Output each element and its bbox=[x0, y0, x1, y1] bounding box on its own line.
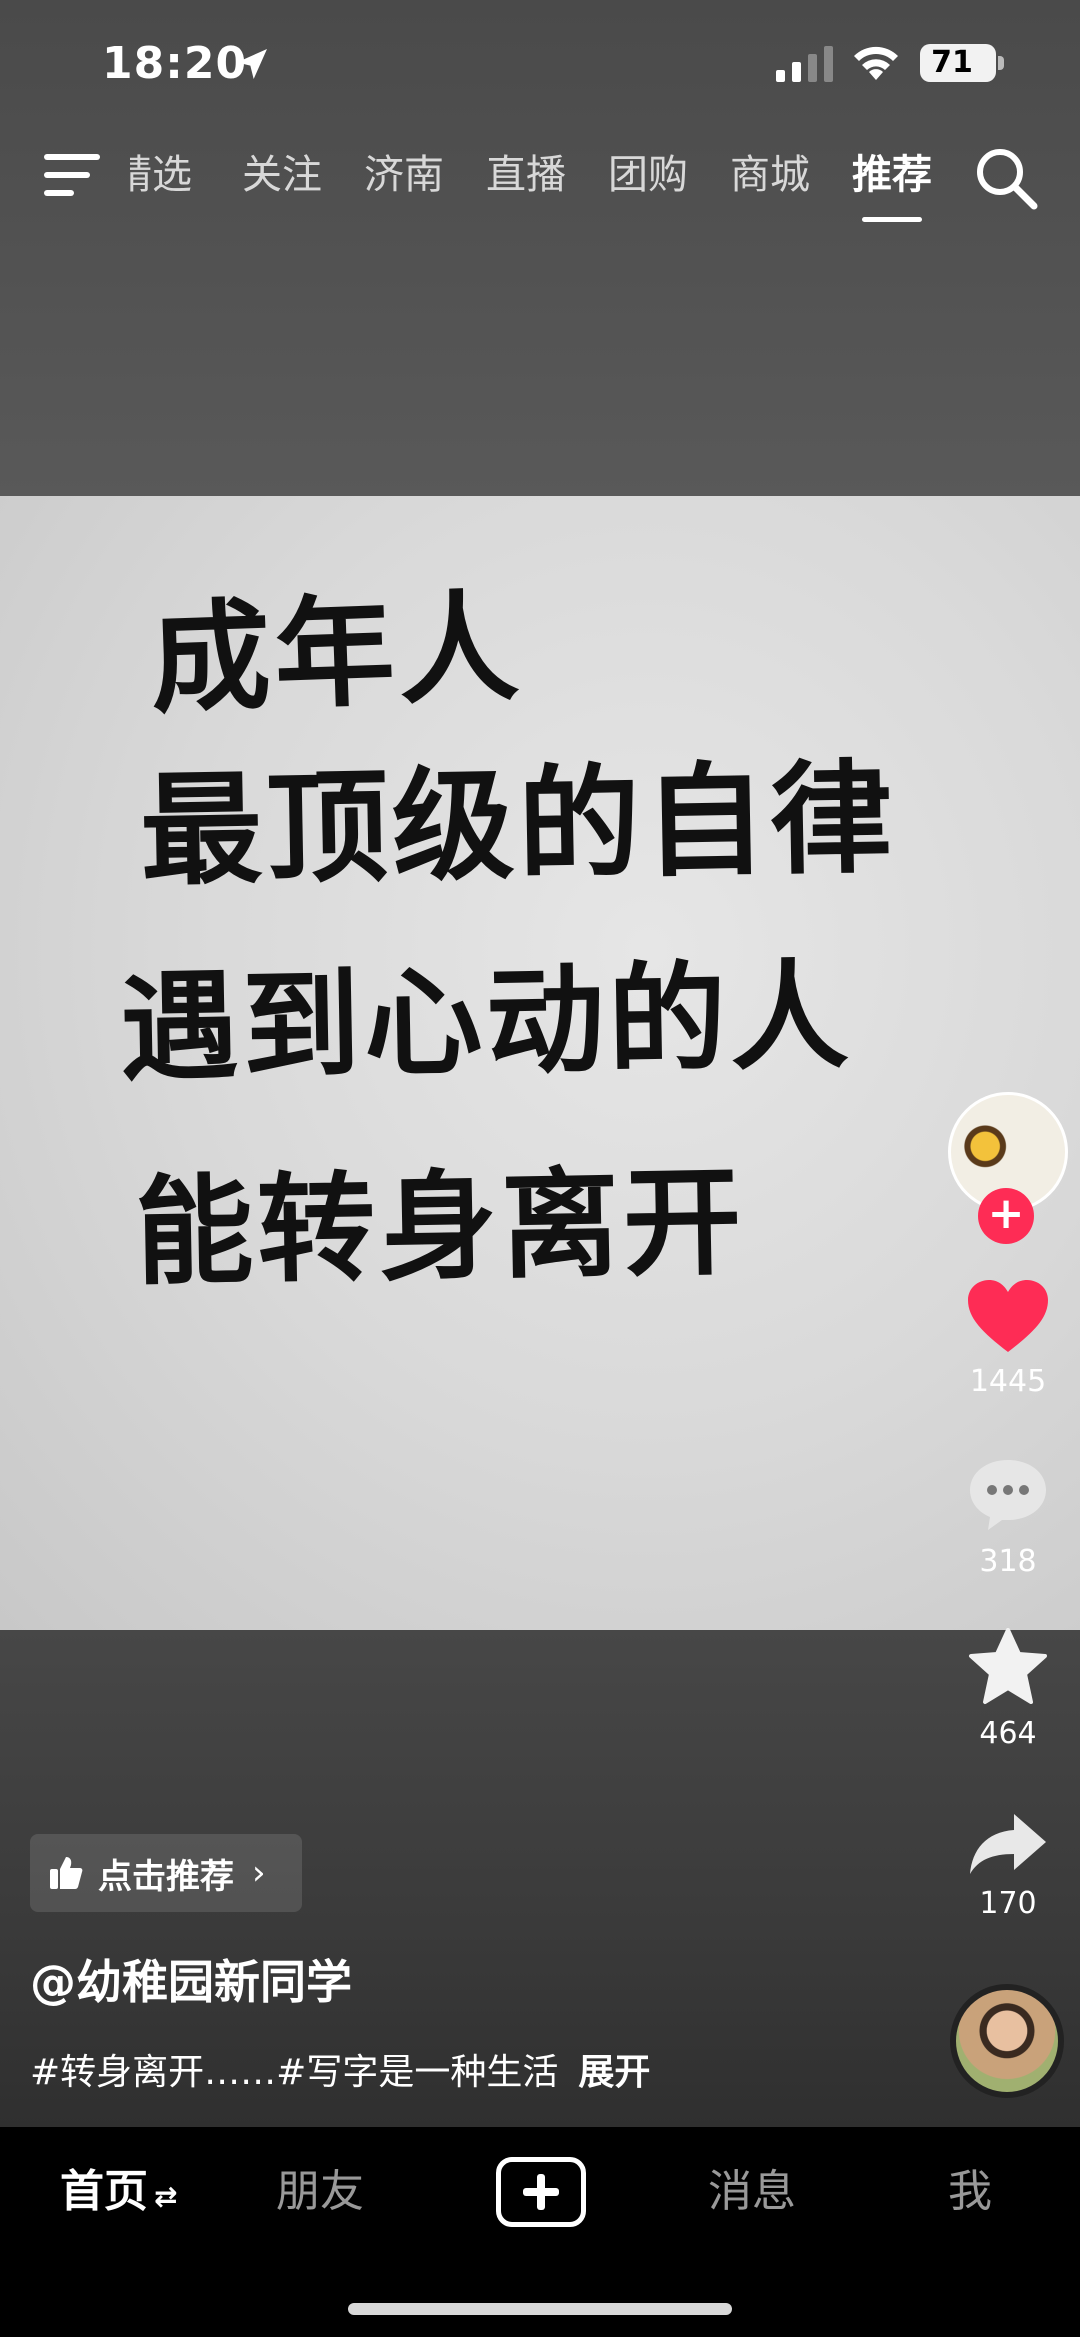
tab-local[interactable]: 济南 bbox=[364, 140, 444, 210]
battery-indicator: 71 bbox=[920, 44, 996, 82]
tab-live[interactable]: 直播 bbox=[486, 140, 566, 210]
battery-level: 71 bbox=[931, 45, 973, 80]
tab-group-buy[interactable]: 团购 bbox=[608, 140, 688, 210]
create-post-button[interactable] bbox=[496, 2157, 586, 2227]
star-icon bbox=[969, 1628, 1047, 1704]
calligraphy-line: 最顶级的自律 bbox=[138, 745, 898, 903]
follow-button[interactable]: + bbox=[978, 1188, 1034, 1244]
like-count: 1445 bbox=[969, 1364, 1047, 1399]
expand-link[interactable]: 展开 bbox=[578, 2052, 650, 2093]
calligraphy-line: 遇到心动的人 bbox=[119, 945, 854, 1098]
caption-text[interactable]: #转身离开……#写字是一种生活 bbox=[30, 2052, 558, 2093]
music-disc-avatar[interactable] bbox=[950, 1984, 1064, 2098]
tab-me[interactable]: 我 bbox=[948, 2157, 992, 2227]
menu-icon[interactable] bbox=[44, 150, 104, 200]
plus-icon bbox=[523, 2174, 559, 2210]
calligraphy-line: 能转身离开 bbox=[134, 1151, 747, 1302]
share-button[interactable]: 170 bbox=[950, 1812, 1066, 1921]
status-time: 18:20 bbox=[102, 38, 248, 89]
comment-count: 318 bbox=[979, 1544, 1037, 1579]
search-icon[interactable] bbox=[972, 144, 1040, 212]
tab-recommend[interactable]: 推荐 bbox=[852, 140, 932, 222]
tab-messages[interactable]: 消息 bbox=[708, 2157, 796, 2227]
tab-home[interactable]: 首页 ⇄ bbox=[60, 2157, 177, 2227]
top-nav: 精选 关注 济南 直播 团购 商城 推荐 bbox=[130, 140, 974, 222]
cellular-signal-icon bbox=[776, 46, 833, 82]
heart-icon bbox=[968, 1280, 1048, 1352]
caption: #转身离开……#写字是一种生活 展开 bbox=[30, 2043, 650, 2095]
favorite-button[interactable]: 464 bbox=[950, 1628, 1066, 1751]
chevron-right-icon: › bbox=[252, 1853, 266, 1893]
comment-icon bbox=[970, 1460, 1046, 1530]
recommend-chip[interactable]: 点击推荐 › bbox=[30, 1834, 302, 1912]
home-indicator[interactable] bbox=[348, 2303, 732, 2315]
thumbs-up-icon bbox=[50, 1857, 83, 1889]
video-frame[interactable]: 成年人 最顶级的自律 遇到心动的人 能转身离开 bbox=[0, 496, 1080, 1630]
calligraphy-line: 成年人 bbox=[148, 576, 525, 731]
tab-friends[interactable]: 朋友 bbox=[276, 2157, 364, 2227]
comment-button[interactable]: 318 bbox=[950, 1456, 1066, 1579]
share-count: 170 bbox=[979, 1886, 1037, 1921]
recommend-label: 点击推荐 bbox=[98, 1856, 234, 1897]
tab-featured[interactable]: 精选 bbox=[130, 140, 192, 210]
favorite-count: 464 bbox=[979, 1716, 1037, 1751]
author-name[interactable]: @幼稚园新同学 bbox=[30, 1946, 352, 2012]
status-bar: 18:20 71 bbox=[0, 0, 1080, 130]
swap-arrows-icon: ⇄ bbox=[154, 2180, 178, 2213]
tab-following[interactable]: 关注 bbox=[242, 140, 322, 210]
battery-cap bbox=[998, 56, 1004, 70]
location-arrow-icon bbox=[237, 49, 267, 79]
tab-mall[interactable]: 商城 bbox=[730, 140, 810, 210]
like-button[interactable]: 1445 bbox=[950, 1278, 1066, 1399]
wifi-icon bbox=[854, 46, 898, 80]
share-arrow-icon bbox=[970, 1814, 1046, 1874]
tab-home-label: 首页 bbox=[60, 2166, 148, 2217]
